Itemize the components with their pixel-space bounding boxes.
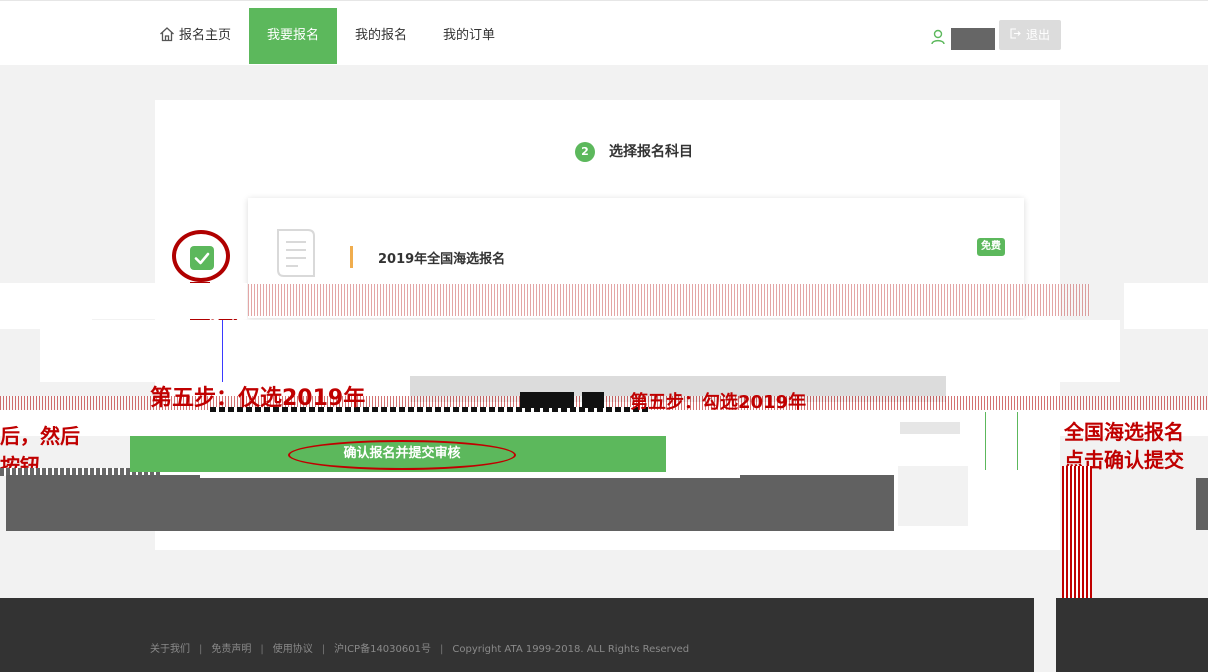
annotation-left-mid: 后，然后 xyxy=(0,424,80,448)
artifact-block xyxy=(900,422,960,434)
footer-right-block xyxy=(1056,598,1208,672)
nav-home-label: 报名主页 xyxy=(178,28,231,43)
artifact-block xyxy=(898,466,968,526)
footer-link-about[interactable]: 关于我们 xyxy=(150,644,190,655)
logout-icon xyxy=(1010,20,1021,50)
logout-label: 退出 xyxy=(1025,28,1050,42)
artifact-black-block xyxy=(582,392,604,408)
artifact-line xyxy=(1017,412,1018,470)
subject-marker xyxy=(350,246,353,268)
logout-button[interactable]: 退出 xyxy=(999,20,1061,50)
artifact-black-block xyxy=(520,392,574,408)
annotation-right-mid: 全国海选报名 xyxy=(1064,420,1184,444)
step-heading: 2 选择报名科目 xyxy=(575,140,693,164)
artifact-dark-block xyxy=(1196,478,1208,530)
footer-link-disclaimer[interactable]: 免责声明 xyxy=(211,644,251,655)
annotation-left-top: 第五步：仅选2019年 xyxy=(150,386,366,411)
artifact-stripe xyxy=(1062,466,1092,620)
subject-name: 2019年全国海选报名 xyxy=(378,252,506,267)
nav-my-orders[interactable]: 我的订单 xyxy=(434,8,504,64)
footer-separator: | xyxy=(199,644,203,655)
footer-separator: | xyxy=(440,644,444,655)
check-icon xyxy=(194,252,210,265)
footer-link-terms[interactable]: 使用协议 xyxy=(273,644,313,655)
artifact-line xyxy=(200,475,740,478)
footer-links: 关于我们 | 免责声明 | 使用协议 | 沪ICP备14030601号 | Copyright … xyxy=(150,640,689,655)
username-redacted xyxy=(951,28,995,50)
home-icon xyxy=(159,11,175,67)
nav-my-orders-label: 我的订单 xyxy=(442,28,495,43)
nav-my-signups[interactable]: 我的报名 xyxy=(346,8,416,64)
artifact-band xyxy=(0,410,1208,436)
confirm-highlight-ellipse xyxy=(288,440,516,470)
artifact-block xyxy=(1124,283,1208,329)
footer-separator: | xyxy=(321,644,326,655)
nav-signup-label: 我要报名 xyxy=(266,28,319,43)
user-icon xyxy=(931,29,945,49)
document-icon xyxy=(272,226,320,286)
artifact-band xyxy=(40,320,1120,382)
step-number-badge: 2 xyxy=(575,142,595,162)
artifact-line xyxy=(985,412,986,470)
artifact-block xyxy=(92,283,247,319)
artifact-dark-block xyxy=(6,475,894,531)
annotation-center: 第五步：勾选2019年 xyxy=(630,392,807,413)
nav-home[interactable]: 报名主页 xyxy=(150,8,240,64)
footer-copyright: Copyright ATA 1999-2018. ALL Rights Rese… xyxy=(452,644,690,655)
footer xyxy=(0,598,1034,672)
artifact-stripe xyxy=(248,284,1090,316)
free-badge: 免费 xyxy=(977,238,1005,256)
footer-icp-number[interactable]: 沪ICP备14030601号 xyxy=(334,644,431,655)
nav-my-signups-label: 我的报名 xyxy=(354,28,407,43)
nav-signup[interactable]: 我要报名 xyxy=(249,8,337,64)
subject-checkbox[interactable] xyxy=(190,246,214,270)
step-title: 选择报名科目 xyxy=(609,144,693,160)
artifact-line xyxy=(222,320,223,382)
footer-separator: | xyxy=(260,644,264,655)
